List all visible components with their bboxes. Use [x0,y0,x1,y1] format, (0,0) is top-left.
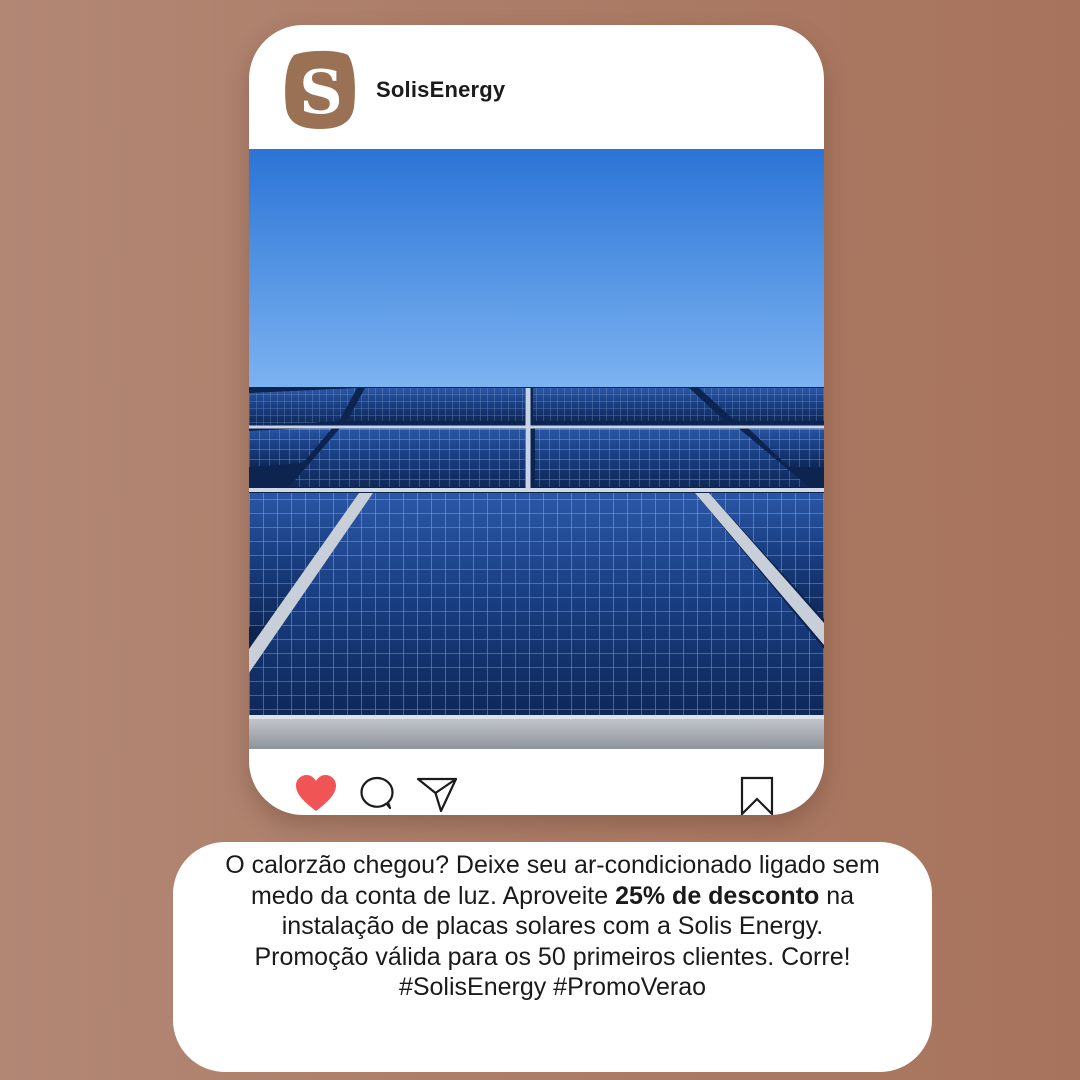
avatar[interactable]: S [284,49,356,131]
caption-discount: 25% de desconto [615,881,820,910]
heart-icon[interactable] [295,774,337,814]
comment-icon[interactable] [357,775,397,815]
bookmark-icon[interactable] [739,775,775,815]
solar-panels-photo [249,149,824,749]
username[interactable]: SolisEnergy [376,77,505,103]
avatar-letter: S [299,58,342,128]
caption-box: O calorzão chegou? Deixe seu ar-condicio… [173,842,932,1072]
actions-bar [249,749,824,815]
post-card: S SolisEnergy [249,25,824,815]
post-header: S SolisEnergy [249,25,824,149]
send-icon[interactable] [415,774,459,814]
post-photo [249,149,824,749]
caption-text: O calorzão chegou? Deixe seu ar-condicio… [223,850,882,1003]
